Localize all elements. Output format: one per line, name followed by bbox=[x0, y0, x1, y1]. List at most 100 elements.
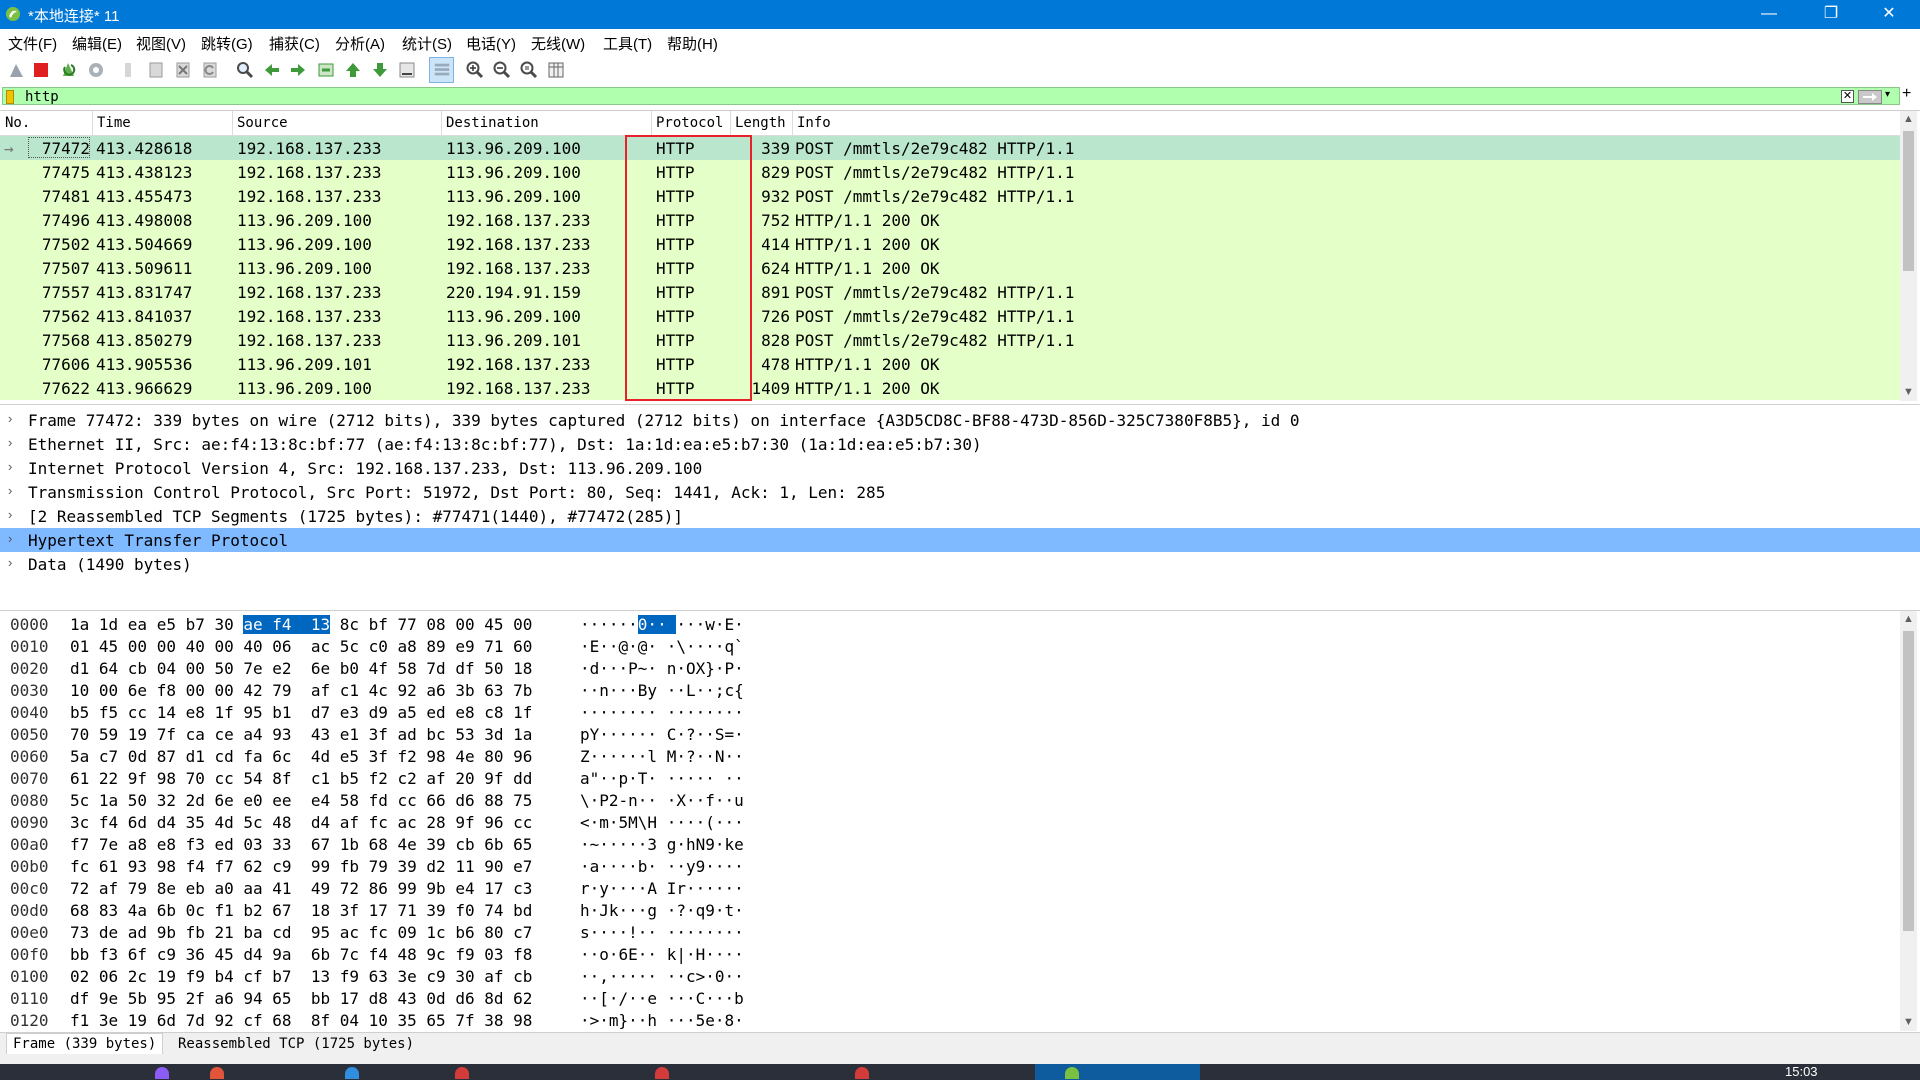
tab-reassembled-tcp[interactable]: Reassembled TCP (1725 bytes) bbox=[172, 1036, 420, 1052]
detail-tree-item[interactable]: › Data (1490 bytes) bbox=[0, 552, 1920, 576]
expand-chevron-icon[interactable]: › bbox=[8, 531, 12, 546]
hex-dump-row[interactable]: 00d0 68 83 4a 6b 0c f1 b2 67 18 3f 17 71 … bbox=[0, 899, 1900, 921]
column-info[interactable]: Info bbox=[797, 115, 831, 135]
detail-tree-item[interactable]: › Transmission Control Protocol, Src Port… bbox=[0, 480, 1920, 504]
hex-dump-row[interactable]: 0020 d1 64 cb 04 00 50 7e e2 6e b0 4f 58 … bbox=[0, 657, 1900, 679]
menu-wireless[interactable]: 无线(W) bbox=[531, 33, 585, 54]
tab-frame-bytes[interactable]: Frame (339 bytes) bbox=[6, 1033, 164, 1055]
menu-statistics[interactable]: 统计(S) bbox=[402, 33, 452, 54]
first-packet-icon[interactable] bbox=[343, 60, 363, 80]
go-back-icon[interactable] bbox=[262, 60, 282, 80]
column-source[interactable]: Source bbox=[237, 115, 288, 135]
expand-chevron-icon[interactable]: › bbox=[8, 555, 12, 570]
go-to-packet-icon[interactable] bbox=[316, 60, 336, 80]
find-packet-icon[interactable] bbox=[235, 60, 255, 80]
expand-chevron-icon[interactable]: › bbox=[8, 411, 12, 426]
filter-bookmark-icon[interactable] bbox=[6, 90, 14, 104]
zoom-in-icon[interactable] bbox=[465, 60, 485, 80]
packet-row[interactable]: 77562 413.841037 192.168.137.233 113.96.209… bbox=[0, 304, 1900, 328]
expand-chevron-icon[interactable]: › bbox=[8, 507, 12, 522]
apply-filter-button[interactable] bbox=[1858, 90, 1882, 104]
menu-view[interactable]: 视图(V) bbox=[136, 33, 186, 54]
hex-dump-row[interactable]: 0040 b5 f5 cc 14 e8 1f 95 b1 d7 e3 d9 a5 … bbox=[0, 701, 1900, 723]
menu-analyze[interactable]: 分析(A) bbox=[335, 33, 385, 54]
zoom-normal-icon[interactable] bbox=[519, 60, 539, 80]
expand-chevron-icon[interactable]: › bbox=[8, 435, 12, 450]
menu-edit[interactable]: 编辑(E) bbox=[72, 33, 122, 54]
minimize-button[interactable]: — bbox=[1738, 0, 1800, 29]
hex-dump-row[interactable]: 0090 3c f4 6d d4 35 4d 5c 48 d4 af fc ac … bbox=[0, 811, 1900, 833]
taskbar-app-icon[interactable] bbox=[155, 1067, 169, 1079]
scrollbar-thumb[interactable] bbox=[1903, 131, 1914, 271]
hex-dump-row[interactable]: 0080 5c 1a 50 32 2d 6e e0 ee e4 58 fd cc … bbox=[0, 789, 1900, 811]
reload-icon[interactable] bbox=[200, 60, 220, 80]
packet-row[interactable]: 77502 413.504669 113.96.209.100 192.168.137… bbox=[0, 232, 1900, 256]
scrollbar-thumb[interactable] bbox=[1903, 631, 1914, 931]
hex-dump-row[interactable]: 00c0 72 af 79 8e eb a0 aa 41 49 72 86 99 … bbox=[0, 877, 1900, 899]
packet-row[interactable]: → 77472 413.428618 192.168.137.233 113.96.20… bbox=[0, 136, 1900, 160]
display-filter-input[interactable]: http ✕ ▾ bbox=[2, 87, 1900, 105]
taskbar-app-icon[interactable] bbox=[655, 1067, 669, 1079]
packet-row[interactable]: 77622 413.966629 113.96.209.100 192.168.137… bbox=[0, 376, 1900, 400]
taskbar-app-icon[interactable] bbox=[455, 1067, 469, 1079]
hex-dump-row[interactable]: 0030 10 00 6e f8 00 00 42 79 af c1 4c 92 … bbox=[0, 679, 1900, 701]
packet-row[interactable]: 77475 413.438123 192.168.137.233 113.96.209… bbox=[0, 160, 1900, 184]
hex-dump-row[interactable]: 0050 70 59 19 7f ca ce a4 93 43 e1 3f ad … bbox=[0, 723, 1900, 745]
save-file-icon[interactable] bbox=[146, 60, 166, 80]
colorize-toggle[interactable] bbox=[429, 57, 454, 83]
packet-row[interactable]: 77557 413.831747 192.168.137.233 220.194.91… bbox=[0, 280, 1900, 304]
scroll-up-icon[interactable]: ▲ bbox=[1900, 111, 1917, 128]
packet-row[interactable]: 77481 413.455473 192.168.137.233 113.96.209… bbox=[0, 184, 1900, 208]
capture-options-icon[interactable] bbox=[86, 60, 106, 80]
packet-list-scrollbar[interactable]: ▲ ▼ bbox=[1900, 111, 1917, 401]
packet-row[interactable]: 77568 413.850279 192.168.137.233 113.96.209… bbox=[0, 328, 1900, 352]
taskbar-app-icon[interactable] bbox=[210, 1067, 224, 1079]
chevron-down-icon[interactable]: ▾ bbox=[1885, 89, 1890, 100]
hex-dump-row[interactable]: 00a0 f7 7e a8 e8 f3 ed 03 33 67 1b 68 4e … bbox=[0, 833, 1900, 855]
restore-button[interactable]: ❐ bbox=[1800, 0, 1862, 29]
detail-tree-item[interactable]: › [2 Reassembled TCP Segments (1725 bytes… bbox=[0, 504, 1920, 528]
expand-chevron-icon[interactable]: › bbox=[8, 459, 12, 474]
scroll-up-icon[interactable]: ▲ bbox=[1900, 611, 1917, 628]
stop-capture-icon[interactable] bbox=[31, 60, 51, 80]
scroll-down-icon[interactable]: ▼ bbox=[1900, 1014, 1917, 1031]
open-file-icon[interactable] bbox=[118, 60, 138, 80]
go-forward-icon[interactable] bbox=[288, 60, 308, 80]
hex-dump-row[interactable]: 0070 61 22 9f 98 70 cc 54 8f c1 b5 f2 c2 … bbox=[0, 767, 1900, 789]
resize-columns-icon[interactable] bbox=[546, 60, 566, 80]
detail-tree-item[interactable]: › Hypertext Transfer Protocol bbox=[0, 528, 1920, 552]
bytes-scrollbar[interactable]: ▲ ▼ bbox=[1900, 611, 1917, 1031]
hex-dump-row[interactable]: 0110 df 9e 5b 95 2f a6 94 65 bb 17 d8 43 … bbox=[0, 987, 1900, 1009]
column-no[interactable]: No. bbox=[5, 115, 30, 135]
hex-dump-row[interactable]: 0000 1a 1d ea e5 b7 30 ae f4 13 8c bf 77 … bbox=[0, 613, 1900, 635]
column-destination[interactable]: Destination bbox=[446, 115, 539, 135]
expand-chevron-icon[interactable]: › bbox=[8, 483, 12, 498]
detail-tree-item[interactable]: › Ethernet II, Src: ae:f4:13:8c:bf:77 (ae… bbox=[0, 432, 1920, 456]
packet-row[interactable]: 77507 413.509611 113.96.209.100 192.168.137… bbox=[0, 256, 1900, 280]
menu-file[interactable]: 文件(F) bbox=[8, 33, 57, 54]
hex-dump-row[interactable]: 0010 01 45 00 00 40 00 40 06 ac 5c c0 a8 … bbox=[0, 635, 1900, 657]
taskbar-clock[interactable]: 15:03 bbox=[1785, 1064, 1818, 1079]
restart-capture-icon[interactable] bbox=[59, 60, 79, 80]
taskbar-app-icon[interactable] bbox=[855, 1067, 869, 1079]
close-file-icon[interactable] bbox=[173, 60, 193, 80]
autoscroll-icon[interactable] bbox=[397, 60, 417, 80]
hex-dump-row[interactable]: 00f0 bb f3 6f c9 36 45 d4 9a 6b 7c f4 48 … bbox=[0, 943, 1900, 965]
column-time[interactable]: Time bbox=[97, 115, 131, 135]
packet-row[interactable]: 77606 413.905536 113.96.209.101 192.168.137… bbox=[0, 352, 1900, 376]
clear-filter-icon[interactable]: ✕ bbox=[1841, 90, 1854, 103]
hex-dump-row[interactable]: 00b0 fc 61 93 98 f4 f7 62 c9 99 fb 79 39 … bbox=[0, 855, 1900, 877]
shark-fin-start-icon[interactable] bbox=[7, 60, 27, 80]
menu-capture[interactable]: 捕获(C) bbox=[269, 33, 320, 54]
last-packet-icon[interactable] bbox=[370, 60, 390, 80]
taskbar-app-icon[interactable] bbox=[345, 1067, 359, 1079]
detail-tree-item[interactable]: › Internet Protocol Version 4, Src: 192.1… bbox=[0, 456, 1920, 480]
hex-dump-row[interactable]: 00e0 73 de ad 9b fb 21 ba cd 95 ac fc 09 … bbox=[0, 921, 1900, 943]
hex-dump-row[interactable]: 0120 f1 3e 19 6d 7d 92 cf 68 8f 04 10 35 … bbox=[0, 1009, 1900, 1031]
display-filter-value[interactable]: http bbox=[25, 89, 59, 105]
hex-dump-row[interactable]: 0060 5a c7 0d 87 d1 cd fa 6c 4d e5 3f f2 … bbox=[0, 745, 1900, 767]
menu-tools[interactable]: 工具(T) bbox=[603, 33, 652, 54]
add-filter-button-icon[interactable]: + bbox=[1902, 85, 1911, 103]
packet-row[interactable]: 77496 413.498008 113.96.209.100 192.168.137… bbox=[0, 208, 1900, 232]
menu-telephony[interactable]: 电话(Y) bbox=[466, 33, 516, 54]
